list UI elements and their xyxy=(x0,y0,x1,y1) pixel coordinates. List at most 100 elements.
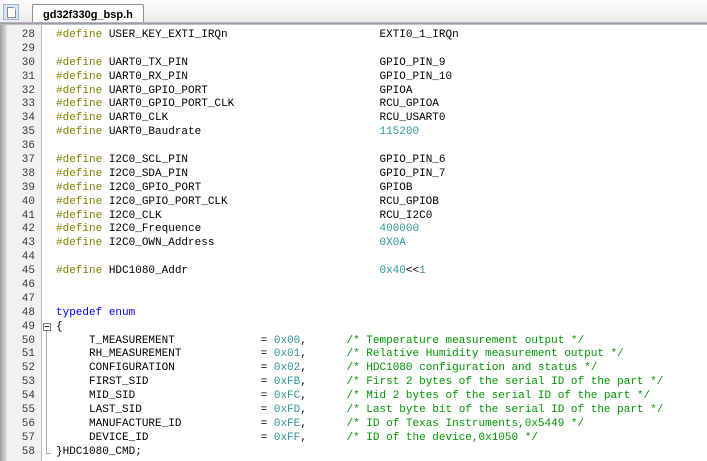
ide-window: gd32f330g_bsp.h 28 #define USER_KEY_EXTI_… xyxy=(0,0,707,461)
code-line[interactable]: 51 RH_MEASUREMENT = 0x01, /* Relative Hu… xyxy=(7,348,707,363)
code-line[interactable]: 55 LAST_SID = 0xFD, /* Last byte bit of … xyxy=(7,404,707,418)
code-line[interactable]: 43 #define I2C0_OWN_Address 0X0A xyxy=(7,237,707,251)
file-icon-button[interactable] xyxy=(3,4,19,20)
tab-bar: gd32f330g_bsp.h xyxy=(0,0,707,23)
line-number: 44 xyxy=(21,251,35,264)
line-number: 40 xyxy=(21,195,35,208)
line-number: 55 xyxy=(21,404,35,417)
code-line[interactable]: 29 xyxy=(7,43,707,57)
fold-margin xyxy=(41,251,56,265)
code-line[interactable]: 31 #define UART0_RX_PIN GPIO_PIN_10 xyxy=(7,71,707,85)
fold-line xyxy=(41,445,56,460)
code-line[interactable]: 52 CONFIGURATION = 0x02, /* HDC1080 conf… xyxy=(7,362,707,377)
code-line[interactable]: 40 #define I2C0_GPIO_PORT_CLK RCU_GPIOB xyxy=(7,196,707,210)
fold-margin xyxy=(41,265,56,279)
code-line[interactable]: 30 #define UART0_TX_PIN GPIO_PIN_9 xyxy=(7,57,707,71)
code-text: }HDC1080_CMD; xyxy=(56,445,142,458)
code-line[interactable]: 54 MID_SID = 0xFC, /* Mid 2 bytes of the… xyxy=(7,390,707,404)
line-number: 46 xyxy=(21,279,35,292)
code-line[interactable]: 35 #define UART0_Baudrate 115200 xyxy=(7,126,707,140)
code-line[interactable]: 57 DEVICE_ID = 0xFF, /* ID of the device… xyxy=(7,431,707,446)
code-text: #define UART0_GPIO_PORT_CLK RCU_GPIOA xyxy=(56,98,439,111)
code-text: DEVICE_ID = 0xFF, /* ID of the device,0x… xyxy=(89,431,538,444)
code-text: #define I2C0_Frequence 400000 xyxy=(56,223,420,236)
code-line[interactable]: 44 xyxy=(7,251,707,265)
code-text: T_MEASUREMENT = 0x00, /* Temperature mea… xyxy=(89,334,585,347)
code-text: #define I2C0_GPIO_PORT GPIOB xyxy=(56,181,413,194)
code-text: #define USER_KEY_EXTI_IRQn EXTI0_1_IRQn xyxy=(56,29,459,41)
line-number: 39 xyxy=(21,181,35,194)
code-line[interactable]: 45 #define HDC1080_Addr 0x40<<1 xyxy=(7,265,707,279)
line-number: 34 xyxy=(21,112,35,125)
code-text: typedef enum xyxy=(56,306,136,319)
code-line[interactable]: 38 #define I2C0_SDA_PIN GPIO_PIN_7 xyxy=(7,168,707,182)
fold-line xyxy=(41,376,56,391)
fold-line xyxy=(41,348,56,363)
code-line[interactable]: 48 typedef enum xyxy=(7,307,707,321)
code-line[interactable]: 58 }HDC1080_CMD; xyxy=(7,445,707,460)
code-line[interactable]: 49 { xyxy=(7,321,707,335)
code-text: CONFIGURATION = 0x02, /* HDC1080 configu… xyxy=(89,362,598,375)
fold-margin xyxy=(41,307,56,321)
code-text: #define I2C0_GPIO_PORT_CLK RCU_GPIOB xyxy=(56,195,439,208)
code-line[interactable]: 33 #define UART0_GPIO_PORT_CLK RCU_GPIOA xyxy=(7,98,707,112)
fold-line xyxy=(41,362,56,377)
code-line[interactable]: 39 #define I2C0_GPIO_PORT GPIOB xyxy=(7,182,707,196)
line-number: 50 xyxy=(21,334,35,347)
fold-line xyxy=(41,404,56,418)
fold-margin xyxy=(41,279,56,293)
code-text: #define UART0_Baudrate 115200 xyxy=(56,126,420,139)
fold-margin xyxy=(41,85,56,99)
code-line[interactable]: 34 #define UART0_CLK RCU_USART0 xyxy=(7,112,707,126)
line-number: 45 xyxy=(21,265,35,278)
fold-margin xyxy=(41,112,56,126)
line-number: 33 xyxy=(21,98,35,111)
fold-line xyxy=(41,431,56,446)
line-number: 53 xyxy=(21,376,35,389)
line-number: 43 xyxy=(21,237,35,250)
code-text: MID_SID = 0xFC, /* Mid 2 bytes of the se… xyxy=(89,390,651,403)
tab-gd32f330g-bsp[interactable]: gd32f330g_bsp.h xyxy=(32,4,144,23)
fold-line xyxy=(41,334,56,349)
line-number: 58 xyxy=(21,445,35,458)
line-number: 49 xyxy=(21,320,35,333)
line-number: 37 xyxy=(21,154,35,167)
line-number: 38 xyxy=(21,167,35,180)
fold-margin xyxy=(41,126,56,140)
code-line[interactable]: 37 #define I2C0_SCL_PIN GPIO_PIN_6 xyxy=(7,154,707,168)
code-line[interactable]: 41 #define I2C0_CLK RCU_I2C0 xyxy=(7,210,707,224)
fold-line xyxy=(41,390,56,404)
editor-left-edge xyxy=(0,25,7,461)
code-line[interactable]: 47 xyxy=(7,293,707,307)
line-number: 52 xyxy=(21,362,35,375)
code-line[interactable]: 53 FIRST_SID = 0xFB, /* First 2 bytes of… xyxy=(7,376,707,391)
fold-margin xyxy=(41,168,56,182)
code-text: #define UART0_GPIO_PORT GPIOA xyxy=(56,84,413,97)
line-number: 57 xyxy=(21,431,35,444)
fold-collapse-icon[interactable] xyxy=(41,321,56,335)
code-line[interactable]: 42 #define I2C0_Frequence 400000 xyxy=(7,223,707,237)
fold-margin xyxy=(41,237,56,251)
document-icon xyxy=(6,6,16,18)
fold-margin xyxy=(41,71,56,85)
code-line[interactable]: 50 T_MEASUREMENT = 0x00, /* Temperature … xyxy=(7,334,707,349)
code-text: #define I2C0_SCL_PIN GPIO_PIN_6 xyxy=(56,154,446,167)
line-number: 31 xyxy=(21,70,35,83)
code-line[interactable]: 46 xyxy=(7,279,707,293)
code-line[interactable]: 28 #define USER_KEY_EXTI_IRQn EXTI0_1_IRQ… xyxy=(7,29,707,43)
line-number: 56 xyxy=(21,417,35,430)
code-text: #define I2C0_OWN_Address 0X0A xyxy=(56,237,406,250)
line-number: 35 xyxy=(21,126,35,139)
code-editor[interactable]: 28 #define USER_KEY_EXTI_IRQn EXTI0_1_IRQ… xyxy=(0,25,707,461)
line-number: 42 xyxy=(21,223,35,236)
code-line[interactable]: 36 xyxy=(7,140,707,154)
code-line[interactable]: 32 #define UART0_GPIO_PORT GPIOA xyxy=(7,85,707,99)
code-line[interactable]: 56 MANUFACTURE_ID = 0xFE, /* ID of Texas… xyxy=(7,417,707,432)
line-number: 47 xyxy=(21,292,35,305)
line-number: 54 xyxy=(21,390,35,403)
